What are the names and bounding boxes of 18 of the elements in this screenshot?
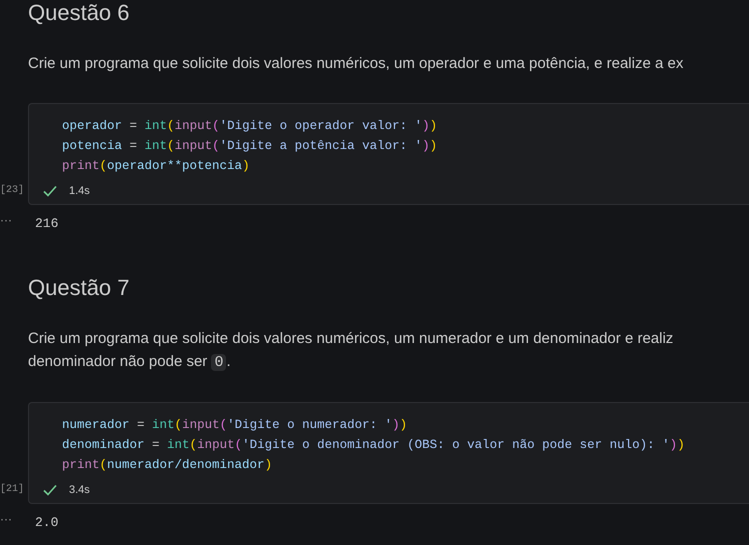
run-duration: 3.4s [69,482,90,498]
code-line: print(numerador/denominador) [62,457,272,474]
cell-output: 2.0 [35,514,58,532]
execution-count: [21] [0,482,22,497]
cell-output: 216 [35,215,58,234]
output-menu[interactable]: ··· [0,513,35,533]
section-heading: Questão 7 [28,275,131,301]
instruction-text: Crie um programa que solicite dois valores numéricos, um operador e uma potência, e realize a ex [28,54,684,74]
code-line: denominador = int(input('Digite o denominador (OBS: o valor não pode ser nulo): ')) [62,437,685,454]
code-line: numerador = int(input('Digite o numerador: ')) [62,417,408,434]
code-line: potencia = int(input('Digite a potência valor: ')) [62,138,438,155]
code-line: operador = int(input('Digite o operador valor: ')) [62,118,438,135]
code-line: print(operador**potencia) [62,158,250,175]
section-heading: Questão 6 [28,0,131,26]
execution-count: [23] [0,184,22,198]
output-menu[interactable]: ··· [0,214,35,234]
run-duration: 1.4s [69,184,90,199]
instruction-text: Crie um programa que solicite dois valores numéricos, um numerador e um denominador e realiz denominador não pode ser 0 . [28,329,674,373]
